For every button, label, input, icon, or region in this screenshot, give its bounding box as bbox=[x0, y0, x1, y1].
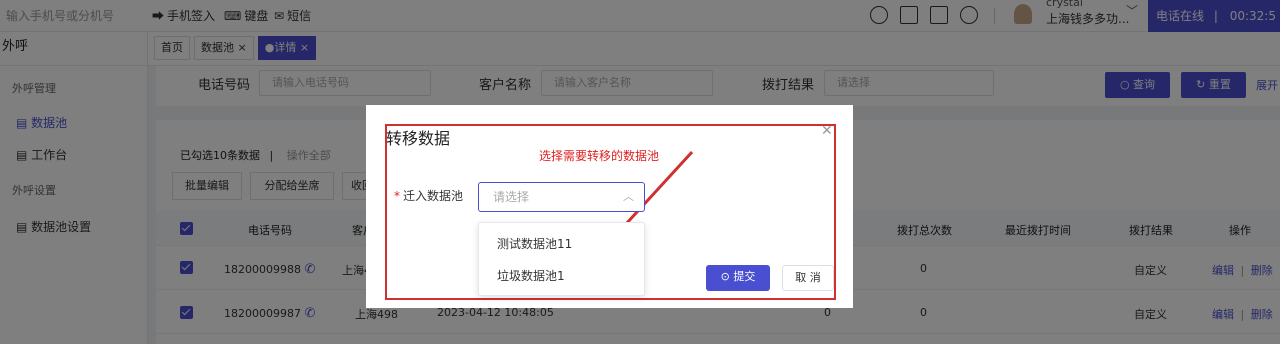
submit-button[interactable]: ⊙ 提交 bbox=[706, 265, 770, 291]
field-label-text: 迁入数据池 bbox=[403, 189, 464, 203]
dropdown-option[interactable]: 垃圾数据池1 bbox=[497, 267, 565, 284]
select-placeholder: 请选择 bbox=[493, 190, 530, 204]
cancel-button[interactable]: 取 消 bbox=[782, 265, 834, 291]
dropdown-option[interactable]: 测试数据池11 bbox=[497, 235, 572, 252]
dialog-title: 转移数据 bbox=[386, 129, 451, 148]
chevron-up-icon: ︿ bbox=[623, 190, 634, 203]
target-pool-select[interactable]: 请选择 ︿ bbox=[478, 182, 645, 212]
pool-dropdown: 测试数据池11 垃圾数据池1 bbox=[478, 222, 645, 296]
submit-label: 提交 bbox=[733, 270, 756, 283]
close-icon[interactable]: ✕ bbox=[821, 123, 833, 139]
target-pool-label: * 迁入数据池 bbox=[394, 187, 463, 204]
required-mark: * bbox=[394, 189, 400, 203]
check-circle-icon: ⊙ bbox=[720, 270, 730, 283]
